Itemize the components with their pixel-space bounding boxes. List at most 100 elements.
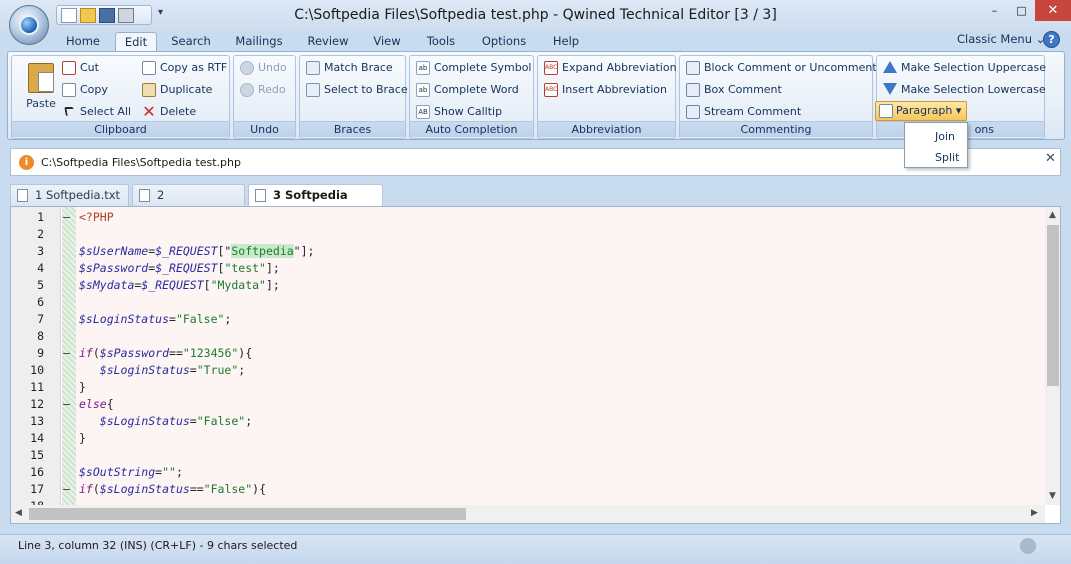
select-to-brace-button[interactable]: Select to Brace [304,81,408,99]
vertical-scrollbar[interactable]: ▲ ▼ [1045,207,1060,505]
paragraph-dropdown-button[interactable]: Paragraph ▾ [875,101,967,121]
image-file-icon [139,189,150,202]
line-number: 17 [30,482,44,496]
make-uppercase-button[interactable]: Make Selection Uppercase [881,59,1046,77]
code-text: <?PHP [79,209,114,226]
scroll-up-icon[interactable]: ▲ [1049,210,1056,220]
code-text: if($sPassword=="123456"){ [79,345,252,362]
menu-item-join[interactable]: Join [905,126,967,147]
undo-button[interactable]: Undo [238,59,287,77]
group-braces: Match Brace Select to Brace Braces [299,55,408,139]
code-line: 15 [11,447,1045,464]
make-lowercase-button[interactable]: Make Selection Lowercase [881,81,1046,99]
copy-as-rtf-button[interactable]: Copy as RTF [140,59,227,77]
code-token: ]; [265,278,280,292]
menu-item-split[interactable]: Split [905,147,967,168]
select-to-brace-label: Select to Brace [324,83,408,96]
fold-toggle-icon[interactable]: – [63,345,73,362]
status-bar: Line 3, column 32 (INS) (CR+LF) - 9 char… [0,534,1071,564]
code-token: "]; [293,244,315,258]
code-line: 6 [11,294,1045,311]
vertical-scroll-thumb[interactable] [1047,225,1059,386]
line-number: 16 [30,465,44,479]
copy-button[interactable]: Copy [60,81,108,99]
tab-tools[interactable]: Tools [419,32,463,52]
doc-tab-softpedia-jpg[interactable]: 2 Softpedia.jpg [132,184,245,223]
code-token: $_REQUEST [141,278,204,292]
duplicate-button[interactable]: Duplicate [140,81,212,99]
stream-comment-button[interactable]: Stream Comment [684,103,801,121]
delete-button[interactable]: ✕ Delete [140,103,196,121]
fold-toggle-icon[interactable]: – [63,396,73,413]
horizontal-scrollbar[interactable]: ◀ ▶ [11,505,1045,523]
code-token: ; [224,312,232,326]
scroll-left-icon[interactable]: ◀ [15,508,22,518]
status-text: Line 3, column 32 (INS) (CR+LF) - 9 char… [18,539,298,552]
insert-abbreviation-button[interactable]: ABC Insert Abbreviation [542,81,667,99]
code-line: 7 $sLoginStatus="False"; [11,311,1045,328]
maximize-button[interactable]: □ [1008,0,1035,21]
code-line: 2 [11,226,1045,243]
code-token: $sLoginStatus [99,363,190,377]
tab-review[interactable]: Review [302,32,354,52]
doc-tab-softpedia-txt[interactable]: 1 Softpedia.txt [10,184,129,206]
orb-logo-icon [19,15,39,35]
code-text: } [79,379,86,396]
arrow-down-icon [883,83,897,95]
tab-help[interactable]: Help [545,32,587,52]
code-token: "123456" [182,346,239,360]
code-token: ( [92,346,100,360]
code-text: } [79,430,86,447]
close-button[interactable]: ✕ [1035,0,1071,21]
tab-mailings[interactable]: Mailings [229,32,289,52]
tab-edit[interactable]: Edit [115,32,157,52]
code-token: $sLoginStatus [99,414,190,428]
code-token: ]; [265,261,280,275]
line-number: 10 [30,363,44,377]
code-token: { [106,397,114,411]
line-number: 12 [30,397,44,411]
application-orb-button[interactable] [9,5,49,45]
paste-label: Paste [26,97,56,110]
minimize-button[interactable]: – [981,0,1008,21]
redo-button[interactable]: Redo [238,81,286,99]
fold-toggle-icon[interactable]: – [63,481,73,498]
horizontal-scroll-thumb[interactable] [29,508,466,520]
line-number: 9 [37,346,44,360]
paste-button[interactable]: Paste [18,61,64,117]
tab-view[interactable]: View [366,32,408,52]
scroll-right-icon[interactable]: ▶ [1031,508,1038,518]
tab-options[interactable]: Options [476,32,532,52]
fold-toggle-icon[interactable]: – [63,209,73,226]
code-text: $sUserName=$_REQUEST["Softpedia"]; [79,243,314,260]
box-comment-button[interactable]: Box Comment [684,81,782,99]
classic-menu-button[interactable]: Classic Menu ⌄ [957,32,1045,46]
show-calltip-button[interactable]: AB Show Calltip [414,103,502,121]
tab-search[interactable]: Search [166,32,216,52]
code-token: "False" [203,482,253,496]
block-comment-button[interactable]: Block Comment or Uncomment [684,59,877,77]
block-comment-icon [686,61,700,75]
code-token: <?PHP [79,210,114,224]
expand-abbreviation-button[interactable]: ABC Expand Abbreviation [542,59,677,77]
tab-home[interactable]: Home [58,32,108,52]
make-uppercase-label: Make Selection Uppercase [901,61,1047,74]
help-icon[interactable]: ? [1043,31,1060,48]
group-commenting: Block Comment or Uncomment Box Comment S… [679,55,877,139]
show-calltip-label: Show Calltip [434,105,503,118]
cut-button[interactable]: Cut [60,59,99,77]
code-text: $sMydata=$_REQUEST["Mydata"]; [79,277,280,294]
select-all-button[interactable]: Select All [60,103,131,121]
match-brace-button[interactable]: Match Brace [304,59,393,77]
complete-word-button[interactable]: ab Complete Word [414,81,519,99]
zoom-slider-icon[interactable] [1020,538,1036,554]
code-line: 3 $sUserName=$_REQUEST["Softpedia"]; [11,243,1045,260]
code-token: $sPassword [79,261,149,275]
complete-symbol-button[interactable]: ab Complete Symbol [414,59,532,77]
code-token: if [79,482,93,496]
scroll-down-icon[interactable]: ▼ [1049,491,1056,501]
doc-tab-softpedia-test-php[interactable]: 3 Softpedia test.php [248,184,383,223]
delete-x-icon: ✕ [142,102,156,121]
code-editor[interactable]: 1– <?PHP 2 3 $sUserName=$_REQUEST["Softpedia… [10,206,1061,524]
close-infobar-icon[interactable]: ✕ [1045,151,1056,166]
